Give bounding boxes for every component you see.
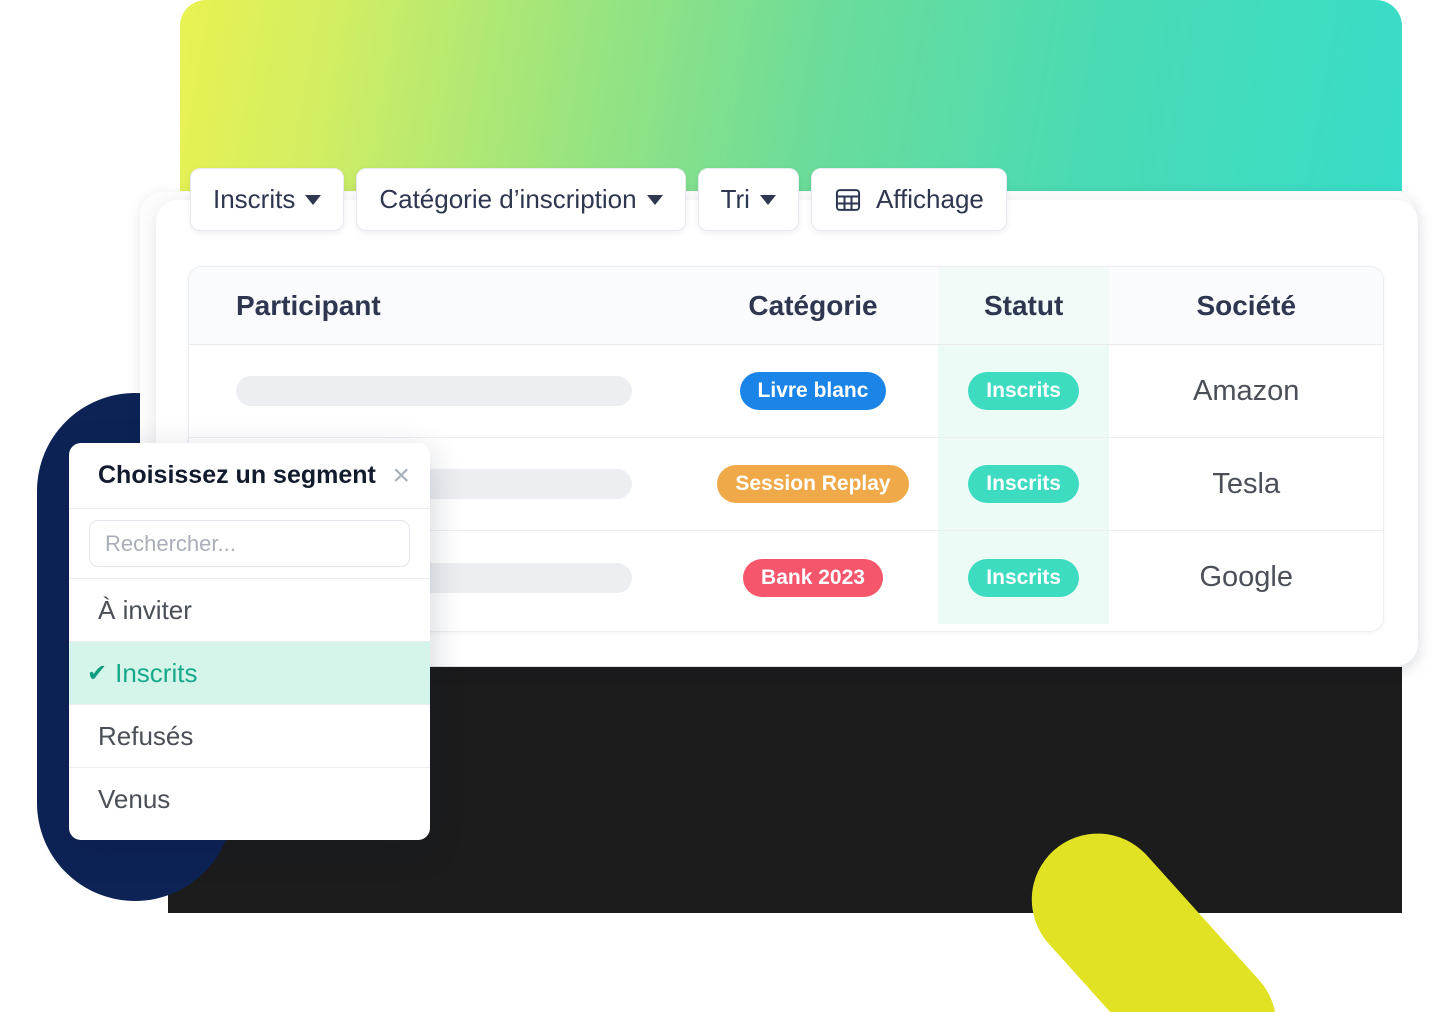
table-row[interactable]: Livre blanc Inscrits Amazon: [189, 345, 1383, 438]
segment-search-row: [69, 509, 430, 579]
chevron-down-icon: [759, 194, 776, 205]
filter-button-tri[interactable]: Tri: [697, 168, 799, 231]
category-badge: Livre blanc: [739, 372, 887, 410]
segment-option-a-inviter[interactable]: À inviter: [69, 579, 430, 642]
status-badge: Inscrits: [968, 372, 1079, 410]
column-header-statut: Statut: [983, 289, 1064, 321]
segment-option-label: Refusés: [98, 720, 194, 751]
segment-option-refuses[interactable]: Refusés: [69, 705, 430, 768]
filter-button-inscrits[interactable]: Inscrits: [190, 168, 345, 231]
cell-statut: Inscrits: [937, 345, 1110, 437]
cell-societe: Tesla: [1109, 438, 1383, 530]
segment-dropdown: Choisissez un segment × À inviter ✔ Insc…: [69, 443, 430, 840]
close-icon[interactable]: ×: [392, 460, 410, 491]
cell-societe: Amazon: [1109, 345, 1383, 437]
segment-dropdown-header: Choisissez un segment ×: [69, 443, 430, 509]
filter-button-affichage[interactable]: Affichage: [810, 168, 1007, 231]
segment-option-inscrits[interactable]: ✔ Inscrits: [69, 642, 430, 705]
company-name: Google: [1199, 561, 1293, 593]
company-name: Amazon: [1193, 374, 1300, 407]
cell-statut: Inscrits: [937, 438, 1110, 530]
segment-option-label: Venus: [98, 784, 171, 814]
cell-societe: Google: [1109, 531, 1383, 624]
status-badge: Inscrits: [968, 558, 1079, 597]
status-badge: Inscrits: [968, 465, 1079, 503]
column-header-societe: Société: [1196, 289, 1297, 321]
segment-option-label: Inscrits: [115, 657, 198, 688]
category-badge: Bank 2023: [743, 558, 883, 597]
category-badge: Session Replay: [717, 465, 909, 503]
segment-option-venus[interactable]: Venus: [69, 768, 430, 831]
participant-placeholder-bar: [236, 376, 632, 406]
filter-label-tri: Tri: [720, 184, 750, 214]
screenshot-stage: Inscrits Catégorie d’inscription Tri Aff…: [0, 0, 1432, 1012]
cell-participant: [189, 345, 688, 437]
filter-label-inscrits: Inscrits: [213, 184, 296, 214]
column-header-categorie: Catégorie: [748, 289, 878, 321]
table-header-row: Participant Catégorie Statut Société: [189, 267, 1383, 345]
chevron-down-icon: [646, 194, 663, 205]
filter-label-categorie: Catégorie d’inscription: [379, 184, 637, 214]
cell-categorie: Bank 2023: [688, 531, 938, 624]
table-grid-icon: [834, 186, 862, 214]
filter-label-affichage: Affichage: [875, 184, 984, 214]
filter-button-categorie-inscription[interactable]: Catégorie d’inscription: [356, 168, 686, 231]
cell-categorie: Session Replay: [688, 438, 938, 530]
check-icon: ✔: [87, 659, 108, 687]
segment-dropdown-title: Choisissez un segment: [98, 461, 376, 489]
gradient-banner: [180, 0, 1402, 191]
company-name: Tesla: [1212, 467, 1281, 500]
cell-categorie: Livre blanc: [688, 345, 938, 437]
chevron-down-icon: [305, 194, 322, 205]
segment-option-label: À inviter: [98, 594, 192, 625]
search-input[interactable]: [89, 520, 410, 567]
cell-statut: Inscrits: [937, 531, 1110, 624]
column-header-participant: Participant: [236, 289, 381, 321]
filter-toolbar: Inscrits Catégorie d’inscription Tri Aff…: [190, 168, 1007, 231]
